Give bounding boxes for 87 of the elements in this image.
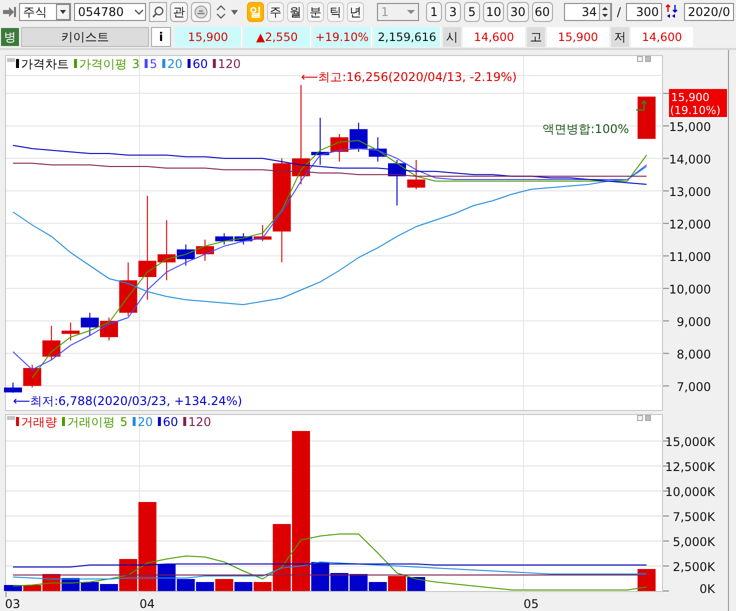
legend-label: 거래량	[21, 415, 57, 429]
search-button[interactable]	[149, 2, 167, 22]
volume-bar	[215, 579, 234, 591]
interval-button[interactable]: 3	[445, 2, 461, 22]
candlestick	[350, 122, 368, 152]
small-down-arrow-icon	[231, 10, 238, 14]
axis-label: 9,000	[676, 314, 711, 329]
search-icon	[152, 6, 164, 18]
period-tab[interactable]: 틱	[327, 2, 344, 22]
axis-label: 2,500K	[672, 560, 715, 574]
split-event-note: 액면병합:100%	[542, 122, 629, 136]
date-field[interactable]: 2020/0	[684, 3, 734, 21]
legend-label: 5	[120, 415, 128, 429]
axis-label: 10,000	[669, 282, 711, 296]
axis-label: 15,000K	[665, 435, 715, 449]
volume-bar	[234, 582, 252, 591]
axis-label: 7,000	[676, 380, 711, 394]
axis-label: 05	[524, 597, 539, 611]
quote-value: 14,600	[631, 27, 693, 47]
quote-label: 고	[527, 27, 545, 47]
volume-value: 2,159,616	[374, 27, 441, 47]
legend-label: 20	[167, 57, 183, 71]
quote-value: 14,600	[463, 27, 525, 47]
candlestick	[80, 312, 99, 336]
stock-code-field[interactable]: 054780	[74, 3, 146, 21]
volume-bar	[196, 582, 214, 591]
legend-label: 가격차트	[21, 57, 69, 71]
candlestick	[234, 232, 252, 246]
legend-label: 거래이평	[67, 415, 115, 429]
legend-label: 60	[162, 415, 178, 429]
volume-bar	[638, 569, 656, 591]
interval-button[interactable]: 5	[464, 2, 480, 22]
maximize-icon	[645, 56, 651, 62]
quote-value: 15,900	[547, 27, 609, 47]
legend-label: 3	[132, 57, 140, 71]
maximize-icon	[645, 415, 651, 421]
low-price-note: ⟵최저:6,788(2020/03/23, +134.24%)	[13, 394, 242, 408]
axis-label: 12,000	[669, 217, 711, 232]
period-tab[interactable]: 분	[307, 2, 324, 22]
period-tab[interactable]: 월	[287, 2, 304, 22]
axis-label: 8,000	[676, 347, 711, 362]
period-tab[interactable]: 주	[267, 2, 284, 22]
info-button[interactable]: i	[151, 27, 171, 47]
period-tab[interactable]: 년	[347, 2, 364, 22]
axis-label: 11,000	[669, 250, 711, 264]
legend-label: 60	[192, 57, 208, 71]
axis-label: 0K	[699, 582, 715, 596]
quote-label: 저	[611, 27, 629, 47]
axis-label: 10,000K	[665, 485, 715, 499]
market-badge: 병	[1, 28, 19, 46]
spinner-icon	[598, 3, 611, 21]
legend-label: 120	[218, 57, 241, 71]
separator-text: /	[616, 5, 622, 19]
axis-label: 5,000K	[672, 535, 715, 549]
axis-label: 03	[5, 597, 20, 611]
quote-label: 시	[443, 27, 461, 47]
axis-label: 04	[140, 597, 155, 611]
axis-label: 15,000	[669, 120, 711, 134]
candlestick	[638, 96, 656, 139]
linked-button[interactable]	[191, 2, 211, 22]
price-value: 15,900	[175, 27, 242, 47]
legend-label: 120	[188, 415, 212, 429]
interval-button[interactable]: 30	[507, 2, 529, 22]
axis-label: 14,000	[669, 152, 711, 166]
arrow-to-bar-icon	[2, 5, 16, 19]
interval-button[interactable]: 60	[532, 2, 553, 22]
interval-button[interactable]: 1	[426, 2, 442, 22]
legend-label: 20	[138, 415, 153, 429]
up-arrow-icon	[635, 100, 648, 111]
up-down-arrows-icon	[216, 4, 226, 20]
market-dropdown[interactable]: 주식	[19, 3, 71, 21]
exchange-arrows-icon	[664, 4, 679, 20]
count-field[interactable]: 34	[564, 3, 612, 21]
high-price-note: ⟵최고:16,256(2020/04/13, -2.19%)	[301, 70, 517, 84]
axis-label: 13,000	[669, 184, 711, 199]
axis-label: 7,500K	[672, 510, 715, 524]
interval-button[interactable]: 10	[483, 2, 504, 22]
change-rate: +19.10%	[313, 27, 372, 47]
total-field[interactable]: 300	[626, 3, 662, 21]
price-tag: 15,900 (19.10%)	[669, 89, 727, 117]
interest-button[interactable]: 관	[170, 2, 188, 22]
legend-label: 가격이평	[79, 57, 127, 71]
legend-label: 5	[150, 57, 158, 71]
axis-label: 12,500K	[665, 460, 715, 474]
change-value: ▲2,550	[244, 27, 311, 47]
volume-bar	[407, 577, 426, 591]
stock-name-field[interactable]: 키이스트	[21, 27, 149, 47]
